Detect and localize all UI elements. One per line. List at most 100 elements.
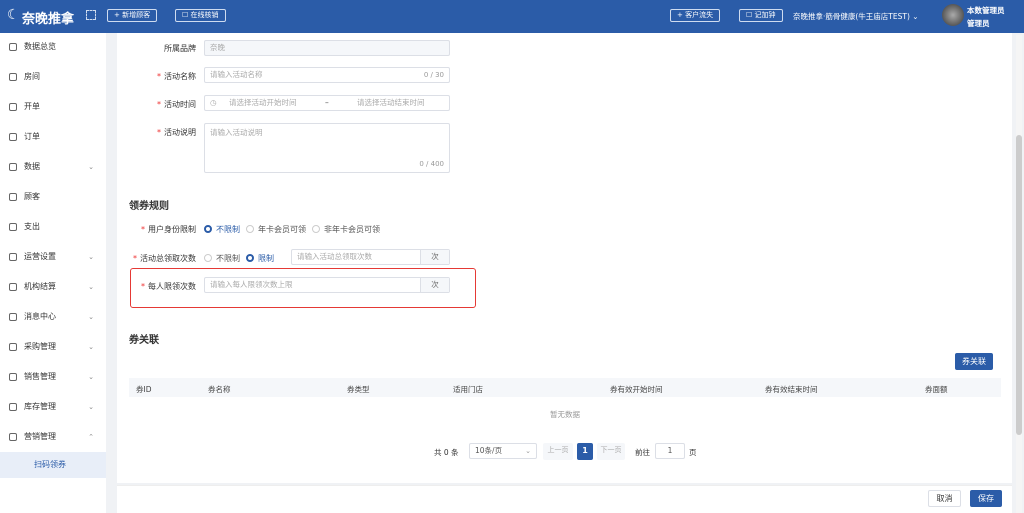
avatar[interactable] [942,4,964,26]
sidebar-item-scan-coupon[interactable]: 扫码领券 [0,452,106,478]
user-icon [9,193,17,201]
sidebar-item-room[interactable]: 房间 [0,64,106,90]
settlement-icon [9,283,17,291]
sidebar-item-purchase[interactable]: 采购管理 ⌄ [0,334,106,360]
sidebar-item-label: 消息中心 [24,312,56,321]
sidebar: 数据总览 房间 开单 订单 数据 ⌄ 顾客 支出 运营设置 ⌄ 机构结算 ⌄ 消息中心… [0,33,106,513]
gift-icon [9,433,17,441]
online-verify-label: 在线核销 [190,11,219,19]
link-coupon-button[interactable]: 券关联 [955,353,993,370]
next-page-button[interactable]: 下一页 [597,443,625,460]
identity-radio-annual[interactable]: 年卡会员可领 [246,224,306,235]
total-placeholder: 请输入活动总领取次数 [297,252,372,261]
per-person-limit-input[interactable]: 请输入每人限领次数上限 次 [204,277,450,293]
sidebar-item-label: 订单 [24,132,40,141]
wallet-icon [9,223,17,231]
total-label: * 活动总领取次数 [133,254,196,263]
radio-icon [246,225,254,233]
col-coupon-type: 券类型 [347,385,370,394]
sidebar-item-marketing[interactable]: 营销管理 ⌃ [0,424,106,450]
sidebar-item-label: 营销管理 [24,432,56,441]
sidebar-item-label: 库存管理 [24,402,56,411]
sales-icon [9,373,17,381]
chevron-down-icon: ⌄ [525,447,531,455]
bonus-label: 记加钟 [754,11,776,19]
sidebar-item-inventory[interactable]: 库存管理 ⌄ [0,394,106,420]
sidebar-item-orders[interactable]: 订单 [0,124,106,150]
activity-name-input[interactable]: 请输入活动名称 0 / 30 [204,67,450,83]
chevron-down-icon: ⌄ [88,163,94,171]
identity-radio-unlimited[interactable]: 不限制 [204,224,240,235]
sidebar-item-label: 数据 [24,162,40,171]
radio-icon [312,225,320,233]
list-icon [9,133,17,141]
col-valid-end: 券有效结束时间 [765,385,818,394]
sidebar-item-messages[interactable]: 消息中心 ⌄ [0,304,106,330]
total-radio-unlimited[interactable]: 不限制 [204,253,240,264]
sidebar-item-data[interactable]: 数据 ⌄ [0,154,106,180]
desc-placeholder: 请输入活动说明 [210,128,263,137]
time-label: * 活动时间 [157,100,196,109]
online-verify-button[interactable]: ☐ 在线核销 [175,9,226,22]
moon-logo-icon: ☾ [7,7,20,23]
unit-suffix: 次 [420,250,449,264]
sidebar-item-open-order[interactable]: 开单 [0,94,106,120]
store-selector[interactable]: 奈晚推拿·筋骨健康(牛王庙店TEST) ⌄ [793,11,919,22]
empty-text: 暂无数据 [550,410,580,419]
end-time-placeholder: 请选择活动结束时间 [357,98,425,107]
total-count-input[interactable]: 请输入活动总领取次数 次 [291,249,450,265]
sidebar-item-label: 房间 [24,72,40,81]
chevron-down-icon: ⌄ [88,343,94,351]
sidebar-item-label: 销售管理 [24,372,56,381]
table-header [129,378,1001,397]
sidebar-item-label: 开单 [24,102,40,111]
goto-page-input[interactable]: 1 [655,443,685,459]
radio-icon [204,254,212,262]
brand-field: 奈晚 [204,40,450,56]
clock-icon: ◷ [210,98,217,107]
cancel-button[interactable]: 取消 [928,490,961,507]
radio-icon [204,225,212,233]
store-name: 奈晚推拿·筋骨健康(牛王庙店TEST) [793,12,910,21]
sidebar-item-label: 顾客 [24,192,40,201]
brand-label: 所属品牌 [164,44,196,53]
identity-radio-non-annual[interactable]: 非年卡会员可领 [312,224,380,235]
edit-icon: ☐ [746,11,755,19]
activity-desc-textarea[interactable]: 请输入活动说明 0 / 400 [204,123,450,173]
page-1-button[interactable]: 1 [577,443,593,460]
page-size-select[interactable]: 10条/页 ⌄ [469,443,537,459]
unit-suffix: 次 [420,278,449,292]
activity-time-range[interactable]: ◷ 请选择活动开始时间 – 请选择活动结束时间 [204,95,450,111]
sidebar-item-ops-settings[interactable]: 运营设置 ⌄ [0,244,106,270]
sidebar-item-settlement[interactable]: 机构结算 ⌄ [0,274,106,300]
sidebar-item-expense[interactable]: 支出 [0,214,106,240]
prev-page-button[interactable]: 上一页 [543,443,573,460]
scrollbar[interactable] [1016,35,1022,513]
chart-icon [9,163,17,171]
save-button[interactable]: 保存 [970,490,1002,507]
edit-icon: ☐ [182,11,191,19]
bonus-button[interactable]: ☐ 记加钟 [739,9,783,22]
qr-icon[interactable] [86,10,96,20]
sidebar-item-sales[interactable]: 销售管理 ⌄ [0,364,106,390]
time-separator: – [325,98,329,107]
sidebar-item-dashboard[interactable]: 数据总览 [0,34,106,60]
chevron-down-icon: ⌄ [88,253,94,261]
chevron-down-icon: ⌄ [88,373,94,381]
message-icon [9,313,17,321]
customer-loss-button[interactable]: + 客户流失 [670,9,721,22]
new-customer-button[interactable]: + 新增顾客 [107,9,158,22]
brand-name: 奈晚推拿 [22,12,75,27]
rules-title: 领券规则 [129,201,169,212]
user-name: 本数管理员 [967,6,1005,15]
chevron-down-icon: ⌄ [88,313,94,321]
col-stores: 适用门店 [453,385,483,394]
col-amount: 券面额 [925,385,948,394]
name-placeholder: 请输入活动名称 [210,70,263,79]
name-count: 0 / 30 [423,71,444,79]
total-radio-limited[interactable]: 限制 [246,253,274,264]
settings-icon [9,253,17,261]
col-coupon-name: 券名称 [208,385,231,394]
sidebar-item-customers[interactable]: 顾客 [0,184,106,210]
chevron-down-icon: ⌄ [88,283,94,291]
